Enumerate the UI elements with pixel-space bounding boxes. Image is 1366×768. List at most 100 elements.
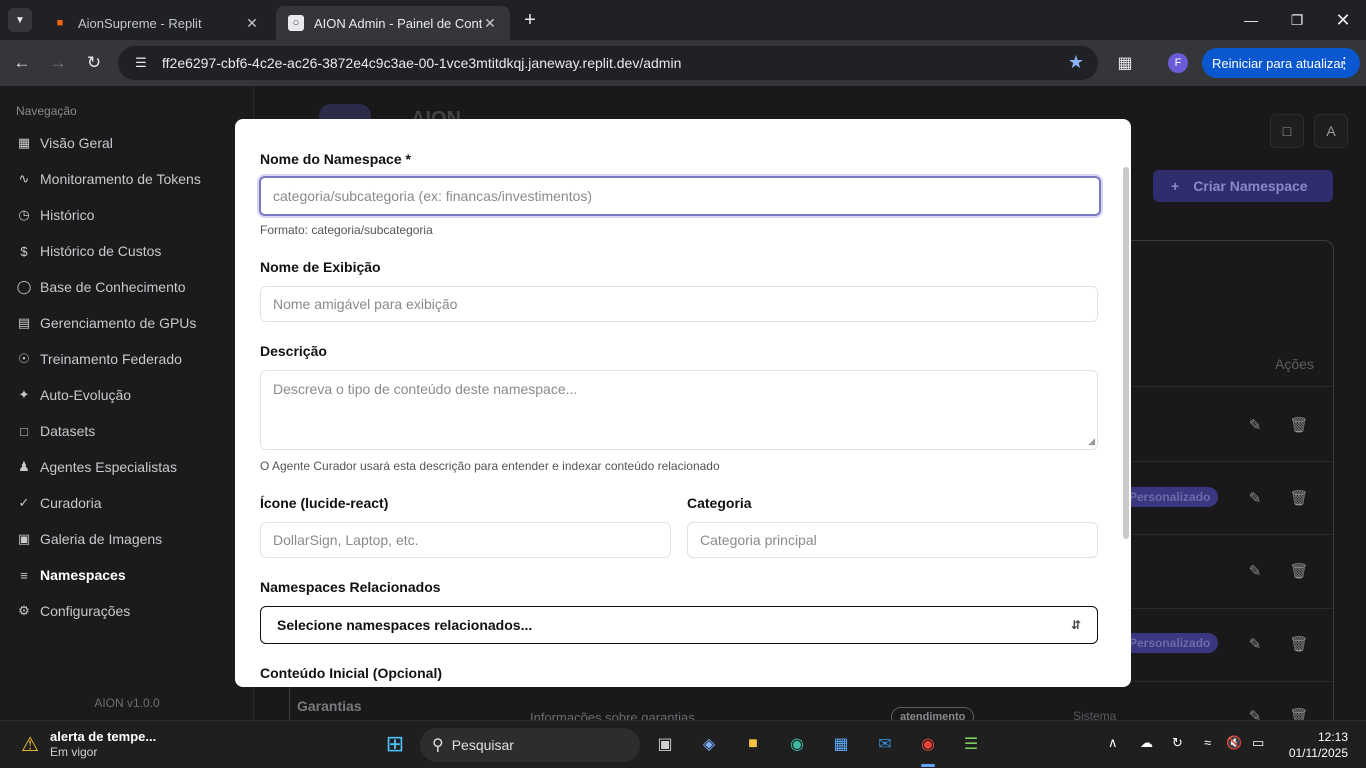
system-clock[interactable]: 12:13 01/11/2025 bbox=[1289, 729, 1348, 761]
activity-icon: ∿ bbox=[18, 171, 30, 186]
browser-tab-aion[interactable]: ○ AION Admin - Painel de Controle ✕ bbox=[276, 6, 510, 40]
volume-muted-icon[interactable]: 🔇 bbox=[1226, 735, 1242, 751]
trash-icon[interactable]: 🗑 bbox=[1289, 488, 1309, 508]
admin-page: Navegação ▦ Visão Geral ∿ Monitoramento de… bbox=[0, 86, 1366, 720]
outlook-icon[interactable]: ✉ bbox=[870, 729, 900, 759]
edit-icon[interactable]: ✎ bbox=[1245, 634, 1265, 654]
aion-icon: ○ bbox=[288, 15, 304, 31]
category-input[interactable]: Categoria principal bbox=[687, 522, 1098, 558]
description-hint: O Agente Curador usará esta descrição pa… bbox=[260, 459, 720, 473]
icon-input[interactable]: DollarSign, Laptop, etc. bbox=[260, 522, 671, 558]
weather-subtitle: Em vigor bbox=[50, 745, 98, 759]
edit-icon[interactable]: ✎ bbox=[1245, 561, 1265, 581]
sidebar-item-agentes[interactable]: ♟ Agentes Especialistas bbox=[16, 456, 177, 478]
clock-date: 01/11/2025 bbox=[1288, 746, 1348, 760]
edit-icon[interactable]: ✎ bbox=[1245, 488, 1265, 508]
actions-column-header: Ações bbox=[1275, 356, 1314, 372]
sidebar-item-configuracoes[interactable]: ⚙ Configurações bbox=[16, 600, 130, 622]
gear-icon: ⚙ bbox=[18, 603, 30, 618]
site-info-icon[interactable]: ☰ bbox=[126, 55, 156, 71]
sidebar-item-visao-geral[interactable]: ▦ Visão Geral bbox=[16, 132, 113, 154]
trash-icon[interactable]: 🗑 bbox=[1289, 706, 1309, 720]
back-button[interactable]: ← bbox=[8, 49, 36, 77]
sidebar-item-conhecimento[interactable]: ◯ Base de Conhecimento bbox=[16, 276, 186, 298]
sidebar-item-curadoria[interactable]: ✓ Curadoria bbox=[16, 492, 102, 514]
tab-search-button[interactable]: ▼ bbox=[8, 8, 32, 32]
forward-button[interactable]: → bbox=[44, 49, 72, 77]
chevron-updown-icon: ⇵ bbox=[1070, 618, 1081, 632]
task-view-icon[interactable]: ▣ bbox=[650, 729, 680, 759]
chat-icon[interactable]: □ bbox=[1270, 114, 1304, 148]
network-icon: ☉ bbox=[18, 351, 30, 366]
minimize-button[interactable]: — bbox=[1228, 6, 1274, 34]
trash-icon[interactable]: 🗑 bbox=[1289, 561, 1309, 581]
notepad-icon[interactable]: ☰ bbox=[956, 729, 986, 759]
related-namespaces-select[interactable]: Selecione namespaces relacionados... ⇵ bbox=[260, 606, 1098, 644]
replit-icon: ■ bbox=[56, 17, 64, 29]
create-namespace-button[interactable]: + Criar Namespace bbox=[1153, 170, 1333, 202]
database-icon: ◯ bbox=[16, 279, 32, 294]
menu-dots-icon: ⋮ bbox=[1337, 55, 1352, 72]
weather-title[interactable]: alerta de tempe... bbox=[50, 729, 156, 744]
new-tab-button[interactable]: + bbox=[518, 8, 542, 32]
initial-content-label: Conteúdo Inicial (Opcional) bbox=[260, 665, 442, 681]
file-icon: □ bbox=[20, 423, 28, 439]
browser-tab-replit[interactable]: ■ AionSupreme - Replit ✕ bbox=[40, 6, 272, 40]
weather-alert-icon[interactable]: ⚠ bbox=[16, 731, 44, 757]
trash-icon[interactable]: 🗑 bbox=[1289, 634, 1309, 654]
profile-avatar[interactable]: F bbox=[1168, 53, 1188, 73]
status-badge: Personalizado bbox=[1121, 633, 1219, 653]
sparkles-icon: ✦ bbox=[18, 387, 30, 402]
display-name-label: Nome de Exibição bbox=[260, 259, 381, 275]
close-icon[interactable]: ✕ bbox=[244, 15, 260, 32]
taskbar-search[interactable]: ⚲ Pesquisar bbox=[420, 728, 640, 762]
row-name: Garantias bbox=[297, 698, 362, 714]
maximize-button[interactable]: ❐ bbox=[1274, 6, 1320, 34]
address-bar[interactable]: ☰ ff2e6297-cbf6-4c2e-ac26-3872e4c9c3ae-0… bbox=[118, 46, 1098, 80]
display-name-input[interactable]: Nome amigável para exibição bbox=[260, 286, 1098, 322]
store-icon[interactable]: ▦ bbox=[826, 729, 856, 759]
check-icon: ✓ bbox=[18, 495, 30, 510]
battery-icon[interactable]: ▭ bbox=[1252, 735, 1264, 751]
update-button[interactable]: Reiniciar para atualizar ⋮ bbox=[1202, 48, 1360, 78]
sidebar-item-galeria[interactable]: ▣ Galeria de Imagens bbox=[16, 528, 162, 550]
folder-icon: ≡ bbox=[20, 567, 28, 583]
onedrive-icon[interactable]: ☁ bbox=[1140, 735, 1153, 751]
sync-icon[interactable]: ↻ bbox=[1172, 735, 1183, 751]
tab-title: AionSupreme - Replit bbox=[78, 15, 202, 31]
tray-chevron-icon[interactable]: ∧ bbox=[1108, 735, 1118, 751]
sidebar-item-namespaces[interactable]: ≡ Namespaces bbox=[16, 564, 125, 586]
dialog-scrollbar[interactable] bbox=[1123, 167, 1129, 539]
extensions-icon[interactable]: ▦ bbox=[1112, 50, 1138, 76]
close-icon[interactable]: ✕ bbox=[482, 15, 498, 32]
namespace-format-hint: Formato: categoria/subcategoria bbox=[260, 223, 433, 237]
sidebar-item-datasets[interactable]: □ Datasets bbox=[16, 420, 95, 442]
category-badge: atendimento bbox=[891, 707, 975, 720]
start-icon[interactable]: ⊞ bbox=[380, 729, 410, 759]
sidebar-item-custos[interactable]: $ Histórico de Custos bbox=[16, 240, 161, 262]
sidebar-item-auto-evolucao[interactable]: ✦ Auto-Evolução bbox=[16, 384, 132, 406]
users-icon: ♟ bbox=[18, 459, 30, 474]
reload-button[interactable]: ↻ bbox=[80, 49, 108, 77]
resize-grip-icon[interactable]: ◢ bbox=[1088, 436, 1095, 447]
wifi-icon[interactable]: ≈ bbox=[1204, 735, 1211, 750]
sidebar-item-federado[interactable]: ☉ Treinamento Federado bbox=[16, 348, 182, 370]
active-app-indicator bbox=[921, 764, 935, 767]
app-version: AION v1.0.0 bbox=[94, 696, 160, 710]
sidebar-item-tokens[interactable]: ∿ Monitoramento de Tokens bbox=[16, 168, 201, 190]
description-textarea[interactable]: Descreva o tipo de conteúdo deste namesp… bbox=[260, 370, 1098, 450]
sidebar-item-historico[interactable]: ◷ Histórico bbox=[16, 204, 94, 226]
bookmark-star-icon[interactable]: ★ bbox=[1068, 52, 1084, 73]
language-icon[interactable]: A bbox=[1314, 114, 1348, 148]
edge-icon[interactable]: ◉ bbox=[782, 729, 812, 759]
trash-icon[interactable]: 🗑 bbox=[1289, 415, 1309, 435]
namespace-name-input[interactable]: categoria/subcategoria (ex: financas/inv… bbox=[259, 176, 1101, 216]
sidebar-item-gpus[interactable]: ▤ Gerenciamento de GPUs bbox=[16, 312, 197, 334]
edit-icon[interactable]: ✎ bbox=[1245, 415, 1265, 435]
edit-icon[interactable]: ✎ bbox=[1245, 706, 1265, 720]
close-window-button[interactable]: ✕ bbox=[1320, 6, 1366, 34]
browser-tab-strip: ▼ ■ AionSupreme - Replit ✕ ○ AION Admin … bbox=[0, 0, 1366, 40]
file-explorer-icon[interactable]: ■ bbox=[738, 729, 768, 759]
m365-icon[interactable]: ◈ bbox=[694, 729, 724, 759]
chrome-icon[interactable]: ◉ bbox=[913, 729, 943, 759]
